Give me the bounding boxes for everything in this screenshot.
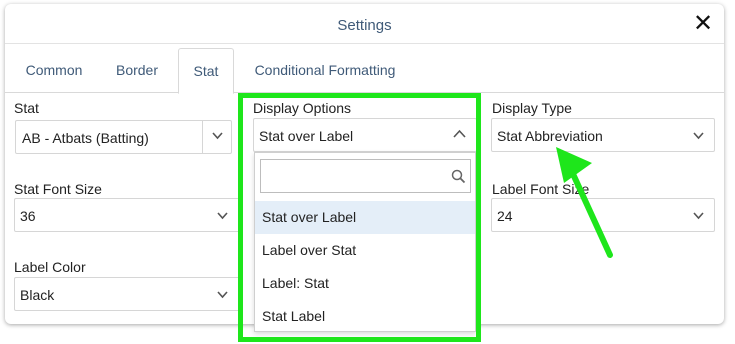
- chevron-up-icon: [453, 129, 466, 140]
- label-color-select[interactable]: Black: [14, 277, 240, 311]
- label-font-size-value: 24: [497, 208, 513, 224]
- stat-font-size-value: 36: [20, 208, 36, 224]
- dialog-titlebar: Settings ✕: [5, 4, 724, 44]
- display-type-label: Display Type: [492, 100, 572, 116]
- chevron-down-icon: [693, 210, 704, 221]
- chevron-down-icon: [212, 130, 223, 141]
- stat-label: Stat: [14, 100, 39, 116]
- chevron-down-icon: [217, 289, 228, 300]
- dropdown-option-label-colon-stat[interactable]: Label: Stat: [255, 267, 475, 300]
- label-font-size-label: Label Font Size: [492, 181, 590, 197]
- label-color-label: Label Color: [14, 259, 86, 275]
- stat-font-size-select[interactable]: 36: [14, 198, 240, 232]
- stat-select-toggle: [202, 121, 231, 153]
- tab-common[interactable]: Common: [11, 48, 97, 93]
- tab-bar: Common Border Stat Conditional Formattin…: [5, 48, 724, 94]
- display-options-dropdown: Stat over Label Label over Stat Label: S…: [254, 152, 476, 332]
- label-font-size-select[interactable]: 24: [491, 198, 715, 232]
- chevron-down-icon: [217, 210, 228, 221]
- dropdown-option-stat-over-label[interactable]: Stat over Label: [255, 201, 475, 234]
- stat-select[interactable]: AB - Atbats (Batting): [15, 120, 232, 154]
- tab-conditional-formatting[interactable]: Conditional Formatting: [243, 48, 407, 93]
- display-type-select[interactable]: Stat Abbreviation: [491, 118, 715, 152]
- stat-font-size-label: Stat Font Size: [14, 181, 102, 197]
- display-options-label: Display Options: [253, 100, 352, 116]
- chevron-down-icon: [693, 130, 704, 141]
- close-icon[interactable]: ✕: [691, 12, 715, 37]
- dropdown-option-label-over-stat[interactable]: Label over Stat: [255, 234, 475, 267]
- dialog-title: Settings: [337, 17, 392, 34]
- tab-border[interactable]: Border: [103, 48, 171, 93]
- display-options-value: Stat over Label: [259, 128, 354, 144]
- dropdown-search-input[interactable]: [260, 159, 471, 193]
- tab-stat[interactable]: Stat: [178, 48, 234, 94]
- display-type-value: Stat Abbreviation: [497, 128, 603, 144]
- dropdown-option-stat-label[interactable]: Stat Label: [255, 300, 475, 333]
- display-options-select[interactable]: Stat over Label: [253, 118, 477, 152]
- label-color-value: Black: [20, 287, 55, 303]
- stat-select-value: AB - Atbats (Batting): [22, 130, 149, 146]
- search-icon: [451, 169, 466, 184]
